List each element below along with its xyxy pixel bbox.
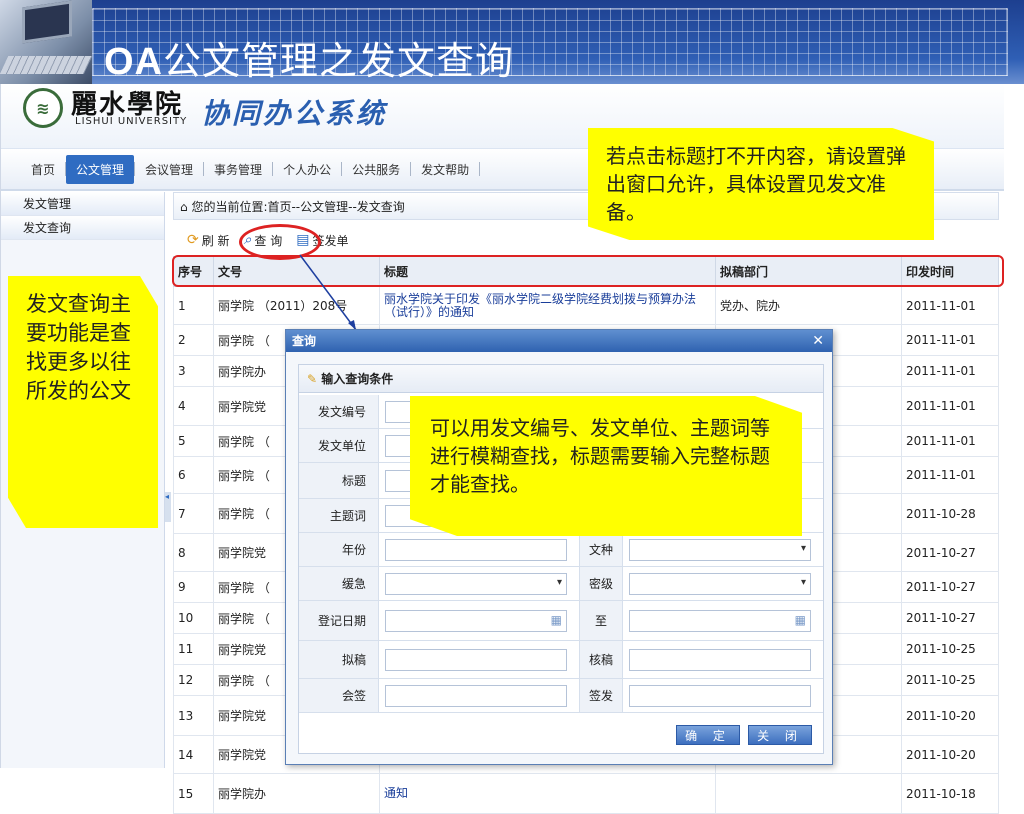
row-draft: 拟稿 核稿: [299, 641, 823, 679]
label-draft: 拟稿: [299, 641, 379, 678]
query-dialog: 查询✕ ✎ 输入查询条件 发文编号 发文单位 标题 主题词 年份文种 缓急密级 …: [285, 329, 833, 765]
fuzzy-search-note: 可以用发文编号、发文单位、主题词等进行模糊查找，标题需要输入完整标题才能查找。: [410, 396, 802, 536]
label-reg-date: 登记日期: [299, 601, 379, 640]
close-button[interactable]: 关 闭: [748, 725, 812, 745]
label-code: 发文编号: [299, 395, 379, 428]
cell-code: 丽学院办: [213, 773, 380, 814]
year-input[interactable]: [385, 538, 567, 561]
review-input[interactable]: [629, 648, 811, 671]
label-unit: 发文单位: [299, 429, 379, 462]
label-issue: 签发: [579, 679, 623, 712]
label-secret: 密级: [579, 567, 623, 600]
function-note: 发文查询主要功能是查找更多以往所发的公文: [8, 276, 158, 528]
row-year: 年份 文种: [299, 533, 823, 567]
doc-type-select[interactable]: [629, 538, 811, 561]
label-to: 至: [579, 601, 623, 640]
table-row[interactable]: 15 丽学院办 通知 2011-10-18: [173, 773, 999, 814]
issue-input[interactable]: [629, 684, 811, 707]
row-urgency: 缓急 密级: [299, 567, 823, 601]
cosign-input[interactable]: [385, 684, 567, 707]
draft-input[interactable]: [385, 648, 567, 671]
row-cosign: 会签 签发: [299, 679, 823, 713]
label-review: 核稿: [579, 641, 623, 678]
urgency-select[interactable]: [385, 572, 567, 595]
label-keyword: 主题词: [299, 499, 379, 532]
row-reg-date: 登记日期 至: [299, 601, 823, 641]
popup-note: 若点击标题打不开内容，请设置弹出窗口允许，具体设置见发文准备。: [588, 128, 934, 240]
reg-date-from[interactable]: [385, 609, 567, 632]
confirm-button[interactable]: 确 定: [676, 725, 740, 745]
secret-select[interactable]: [629, 572, 811, 595]
cell-no: 15: [173, 773, 214, 814]
label-title: 标题: [299, 463, 379, 498]
edit-icon: ✎: [307, 372, 322, 386]
close-icon[interactable]: ✕: [812, 330, 824, 352]
label-urgency: 缓急: [299, 567, 379, 600]
cell-title[interactable]: 通知: [379, 773, 716, 814]
cell-date: 2011-10-18: [901, 773, 999, 814]
label-year: 年份: [299, 533, 379, 566]
cell-dept: [715, 773, 902, 814]
dialog-title: 查询 ✕: [286, 330, 832, 352]
label-cosign: 会签: [299, 679, 379, 712]
reg-date-to[interactable]: [629, 609, 811, 632]
panel-title: ✎ 输入查询条件: [299, 365, 823, 393]
dialog-buttons: 确 定 关 闭: [676, 725, 812, 745]
label-doc-type: 文种: [579, 533, 623, 566]
